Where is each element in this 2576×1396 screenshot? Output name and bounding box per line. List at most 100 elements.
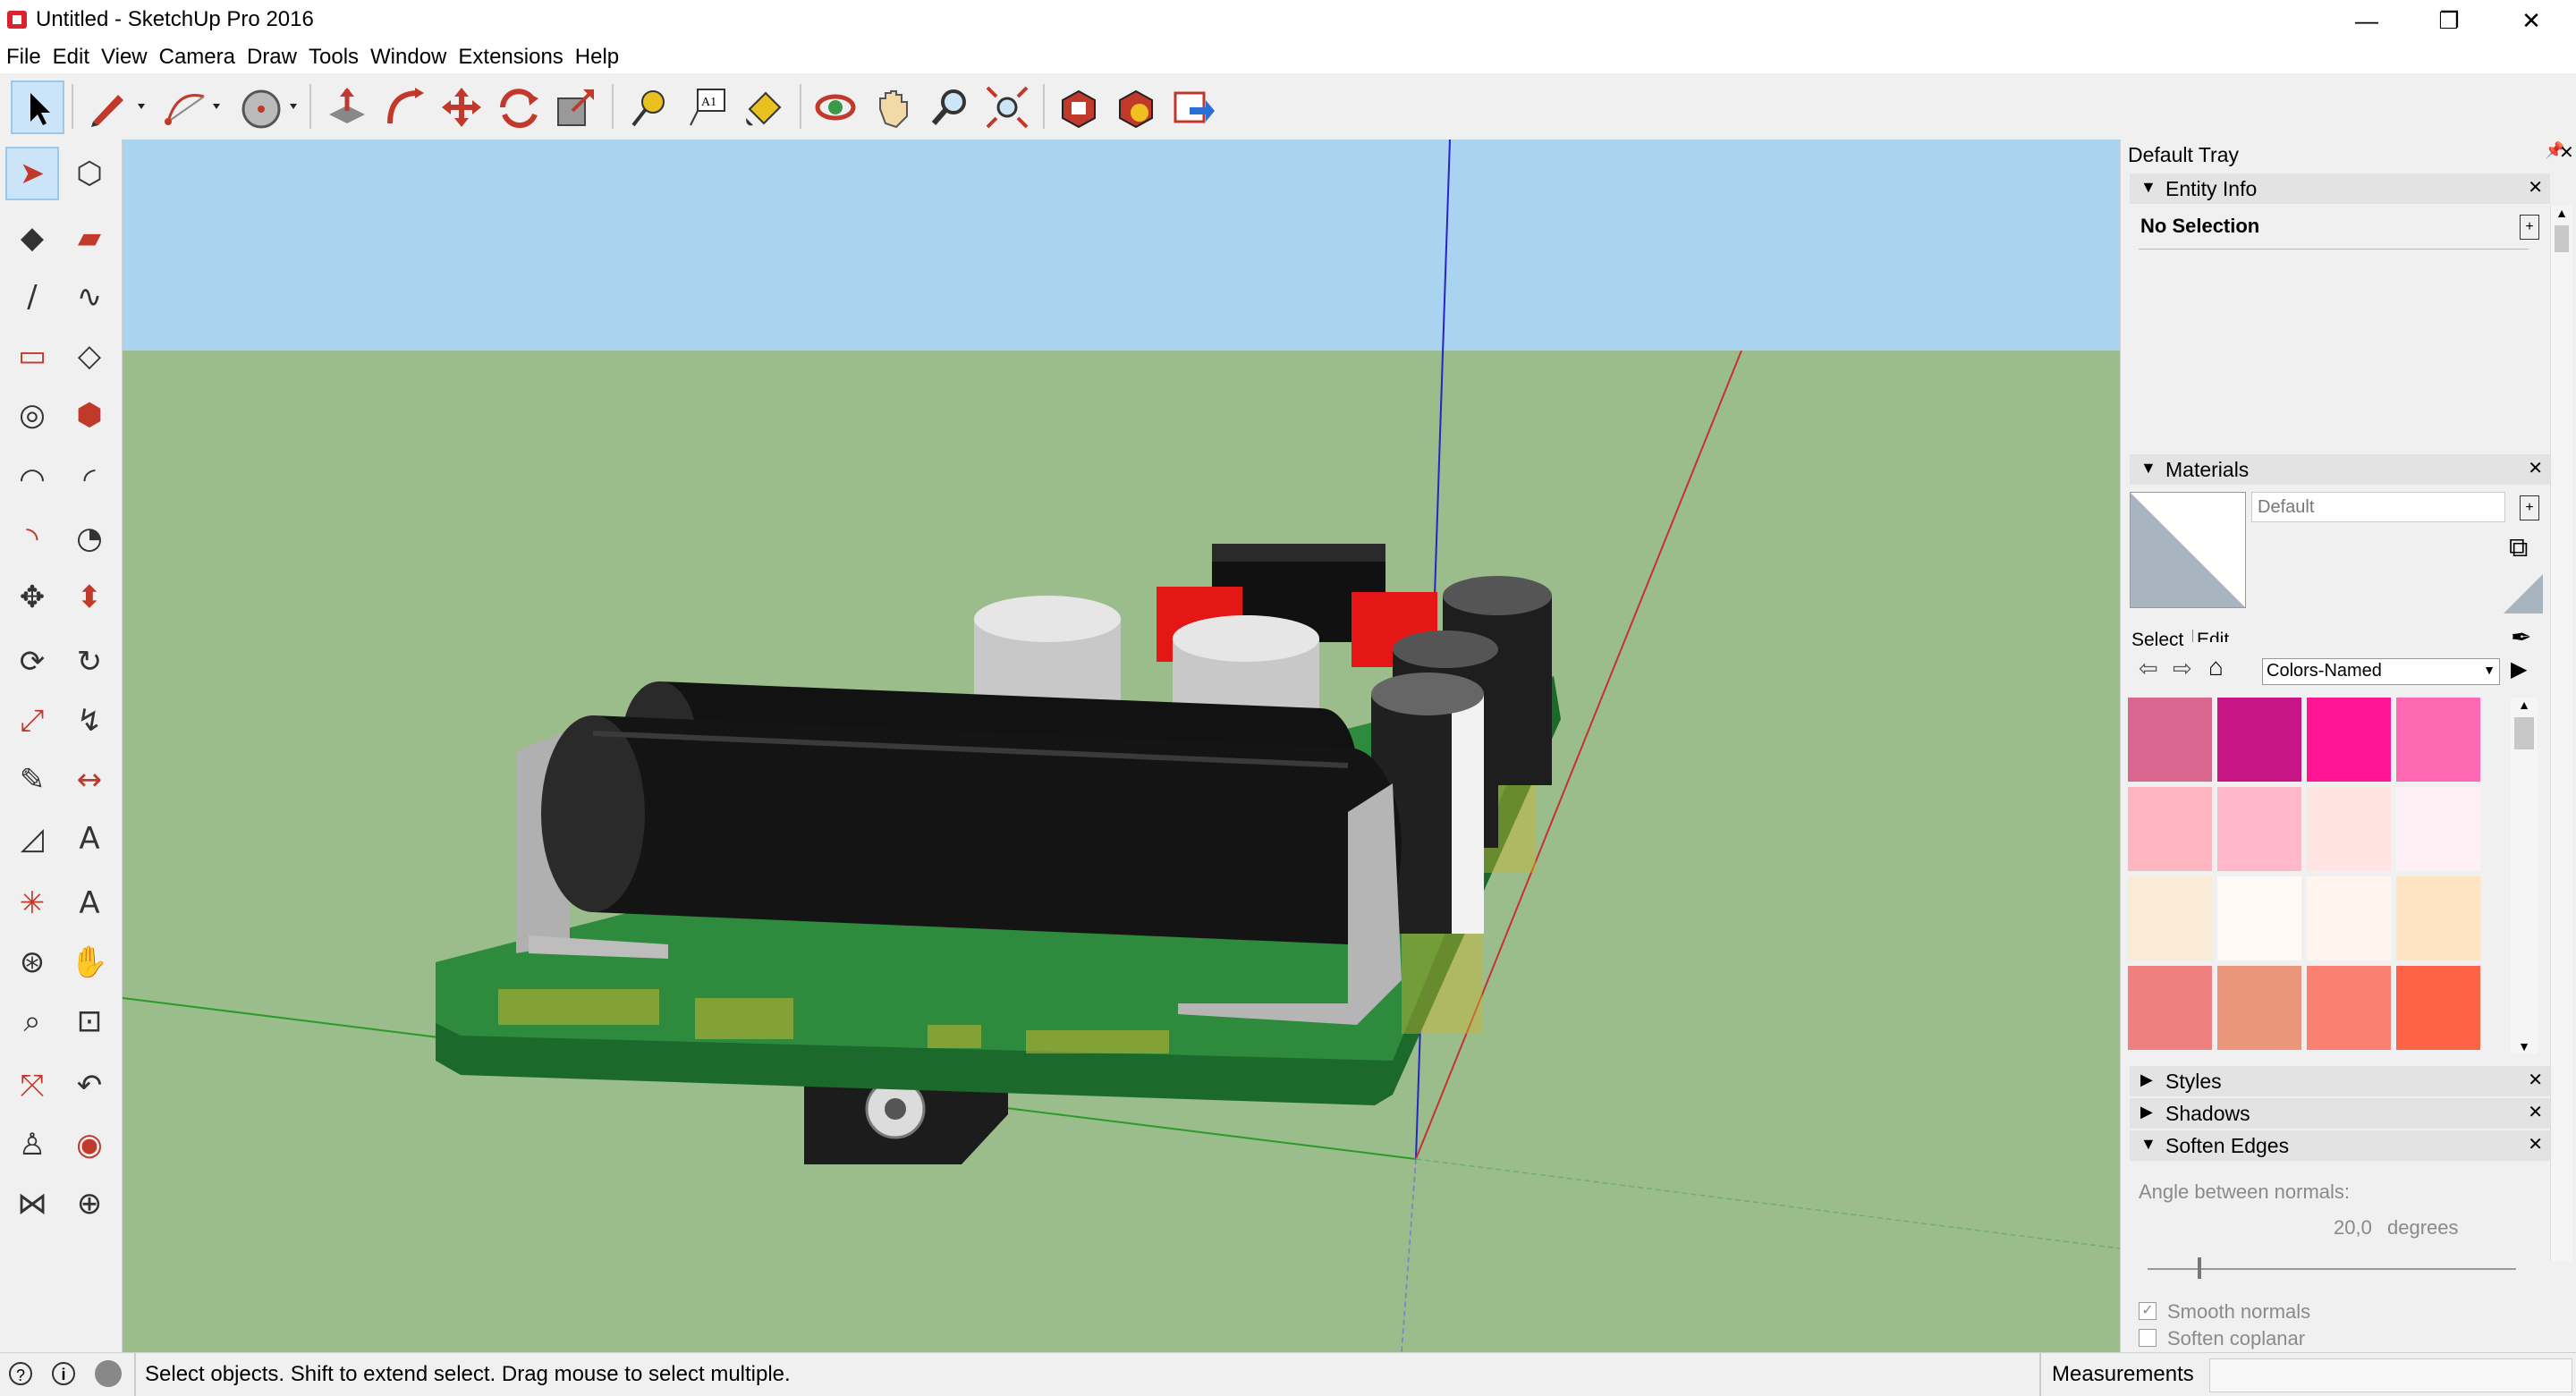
restore-button[interactable]: ❐: [2408, 0, 2490, 41]
scale-tool-button[interactable]: ⤢: [7, 696, 57, 746]
select-tool-button[interactable]: ➤: [5, 147, 59, 200]
sample-paint-eyedropper-icon[interactable]: ✒: [2511, 622, 2531, 652]
menu-window[interactable]: Window: [364, 41, 452, 70]
zoom-extents-tool-button[interactable]: ⤧: [7, 1061, 57, 1111]
orbit-tool-button[interactable]: ⊛: [7, 937, 57, 987]
soften-edges-header[interactable]: ▼ Soften Edges ✕: [2130, 1130, 2550, 1161]
zoom-extents-tool-button[interactable]: [982, 82, 1032, 132]
details-arrow-icon[interactable]: ▶: [2511, 656, 2527, 682]
entity-info-close-icon[interactable]: ✕: [2528, 176, 2543, 199]
component-tool-button[interactable]: ⬡: [64, 148, 114, 199]
soften-coplanar-checkbox[interactable]: [2139, 1329, 2157, 1347]
material-name-field[interactable]: [2251, 492, 2505, 522]
minimize-button[interactable]: —: [2326, 0, 2408, 41]
arc-tool-button[interactable]: [157, 82, 225, 132]
pan-tool-button[interactable]: ✋: [64, 937, 114, 987]
arc-tool-button[interactable]: ◠: [7, 454, 57, 504]
shadows-header[interactable]: ▶ Shadows ✕: [2130, 1098, 2550, 1129]
angle-slider-track[interactable]: [2148, 1268, 2516, 1270]
zoom-tool-button[interactable]: [925, 82, 975, 132]
look-around-tool-button[interactable]: ◉: [64, 1120, 114, 1170]
orbit-tool-button[interactable]: [810, 82, 860, 132]
back-arrow-icon[interactable]: ⇦: [2139, 655, 2158, 682]
circle-tool-button[interactable]: [234, 82, 302, 132]
scroll-up-icon[interactable]: ▲: [2511, 698, 2538, 712]
two-point-arc-tool-button[interactable]: ◜: [64, 454, 114, 504]
styles-header[interactable]: ▶ Styles ✕: [2130, 1066, 2550, 1096]
shadows-close-icon[interactable]: ✕: [2528, 1101, 2543, 1123]
material-swatch[interactable]: [2217, 787, 2301, 871]
rotated-rectangle-tool-button[interactable]: ◇: [64, 331, 114, 381]
material-swatch[interactable]: [2128, 698, 2212, 782]
home-icon[interactable]: ⌂: [2208, 653, 2224, 681]
rectangle-tool-button[interactable]: ▭: [7, 331, 57, 381]
swatch-scrollbar[interactable]: ▲ ▼: [2511, 698, 2538, 1053]
materials-close-icon[interactable]: ✕: [2528, 457, 2543, 479]
material-swatch[interactable]: [2217, 876, 2301, 960]
pan-tool-button[interactable]: [868, 82, 918, 132]
material-swatch[interactable]: [2307, 698, 2391, 782]
menu-help[interactable]: Help: [569, 41, 624, 70]
scene-canvas[interactable]: [123, 140, 2120, 1352]
material-swatch[interactable]: [2396, 966, 2480, 1050]
move-tool-button[interactable]: [436, 82, 487, 132]
close-button[interactable]: ✕: [2490, 0, 2572, 41]
scroll-thumb[interactable]: [2514, 717, 2534, 749]
menu-tools[interactable]: Tools: [302, 41, 364, 70]
materials-tab-edit[interactable]: Edit: [2192, 630, 2229, 642]
pencil-tool-button[interactable]: [82, 82, 150, 132]
eraser-tool-button[interactable]: ▰: [64, 213, 114, 263]
scroll-down-icon[interactable]: ▼: [2511, 1039, 2538, 1053]
three-point-arc-tool-button[interactable]: ◝: [7, 513, 57, 563]
forward-arrow-icon[interactable]: ⇨: [2173, 655, 2192, 682]
menu-view[interactable]: View: [95, 41, 153, 70]
scale-tool-button[interactable]: [551, 82, 601, 132]
position-camera-tool-button[interactable]: ♙: [7, 1120, 57, 1170]
material-swatch[interactable]: [2128, 966, 2212, 1050]
rotate-tool-button[interactable]: [494, 82, 544, 132]
zoom-window-tool-button[interactable]: ⊡: [64, 996, 114, 1046]
material-swatch[interactable]: [2128, 876, 2212, 960]
text-tool-button[interactable]: A: [64, 814, 114, 864]
credits-icon[interactable]: i: [52, 1362, 75, 1385]
scroll-up-icon[interactable]: ▲: [2551, 206, 2572, 220]
material-swatch[interactable]: [2307, 876, 2391, 960]
protractor-tool-button[interactable]: ◿: [7, 814, 57, 864]
menu-camera[interactable]: Camera: [153, 41, 241, 70]
material-swatch[interactable]: [2396, 876, 2480, 960]
tape-measure-tool-button[interactable]: [624, 82, 674, 132]
freehand-tool-button[interactable]: ∿: [64, 272, 114, 322]
polygon-tool-button[interactable]: ⬢: [64, 390, 114, 440]
zoom-tool-button[interactable]: ⌕: [7, 996, 57, 1046]
material-swatch[interactable]: [2217, 698, 2301, 782]
geo-location-icon[interactable]: ?: [9, 1362, 32, 1385]
menu-draw[interactable]: Draw: [241, 41, 302, 70]
menu-file[interactable]: File: [0, 41, 47, 70]
details-toggle-icon[interactable]: +: [2520, 215, 2539, 240]
line-tool-button[interactable]: /: [7, 272, 57, 322]
material-swatch[interactable]: [2307, 966, 2391, 1050]
user-avatar-icon[interactable]: [95, 1360, 122, 1387]
text-tool-button[interactable]: A1: [682, 82, 732, 132]
push-pull-tool-button[interactable]: ⬍: [64, 572, 114, 622]
move-tool-button[interactable]: ✥: [7, 572, 57, 622]
axes-tool-button[interactable]: ✳: [7, 878, 57, 928]
scroll-thumb[interactable]: [2555, 225, 2569, 252]
angle-slider-thumb[interactable]: [2198, 1257, 2201, 1279]
material-swatch[interactable]: [2217, 966, 2301, 1050]
rotate-tool-button[interactable]: ⟳: [7, 637, 57, 687]
material-swatch[interactable]: [2128, 787, 2212, 871]
model-viewport[interactable]: [123, 140, 2120, 1352]
styles-close-icon[interactable]: ✕: [2528, 1069, 2543, 1091]
materials-tab-select[interactable]: Select: [2131, 630, 2183, 651]
menu-extensions[interactable]: Extensions: [452, 41, 568, 70]
follow-me-tool-button[interactable]: [379, 82, 429, 132]
previous-view-tool-button[interactable]: ↶: [64, 1061, 114, 1111]
tape-measure-tool-button[interactable]: ✎: [7, 755, 57, 805]
offset-tool-button[interactable]: ↯: [64, 696, 114, 746]
extension-warehouse-button[interactable]: [1111, 82, 1161, 132]
dimension-tool-button[interactable]: ↔: [64, 755, 114, 805]
follow-me-tool-button[interactable]: ↻: [64, 637, 114, 687]
paint-bucket-tool-button[interactable]: [739, 82, 789, 132]
material-swatch[interactable]: [2396, 787, 2480, 871]
